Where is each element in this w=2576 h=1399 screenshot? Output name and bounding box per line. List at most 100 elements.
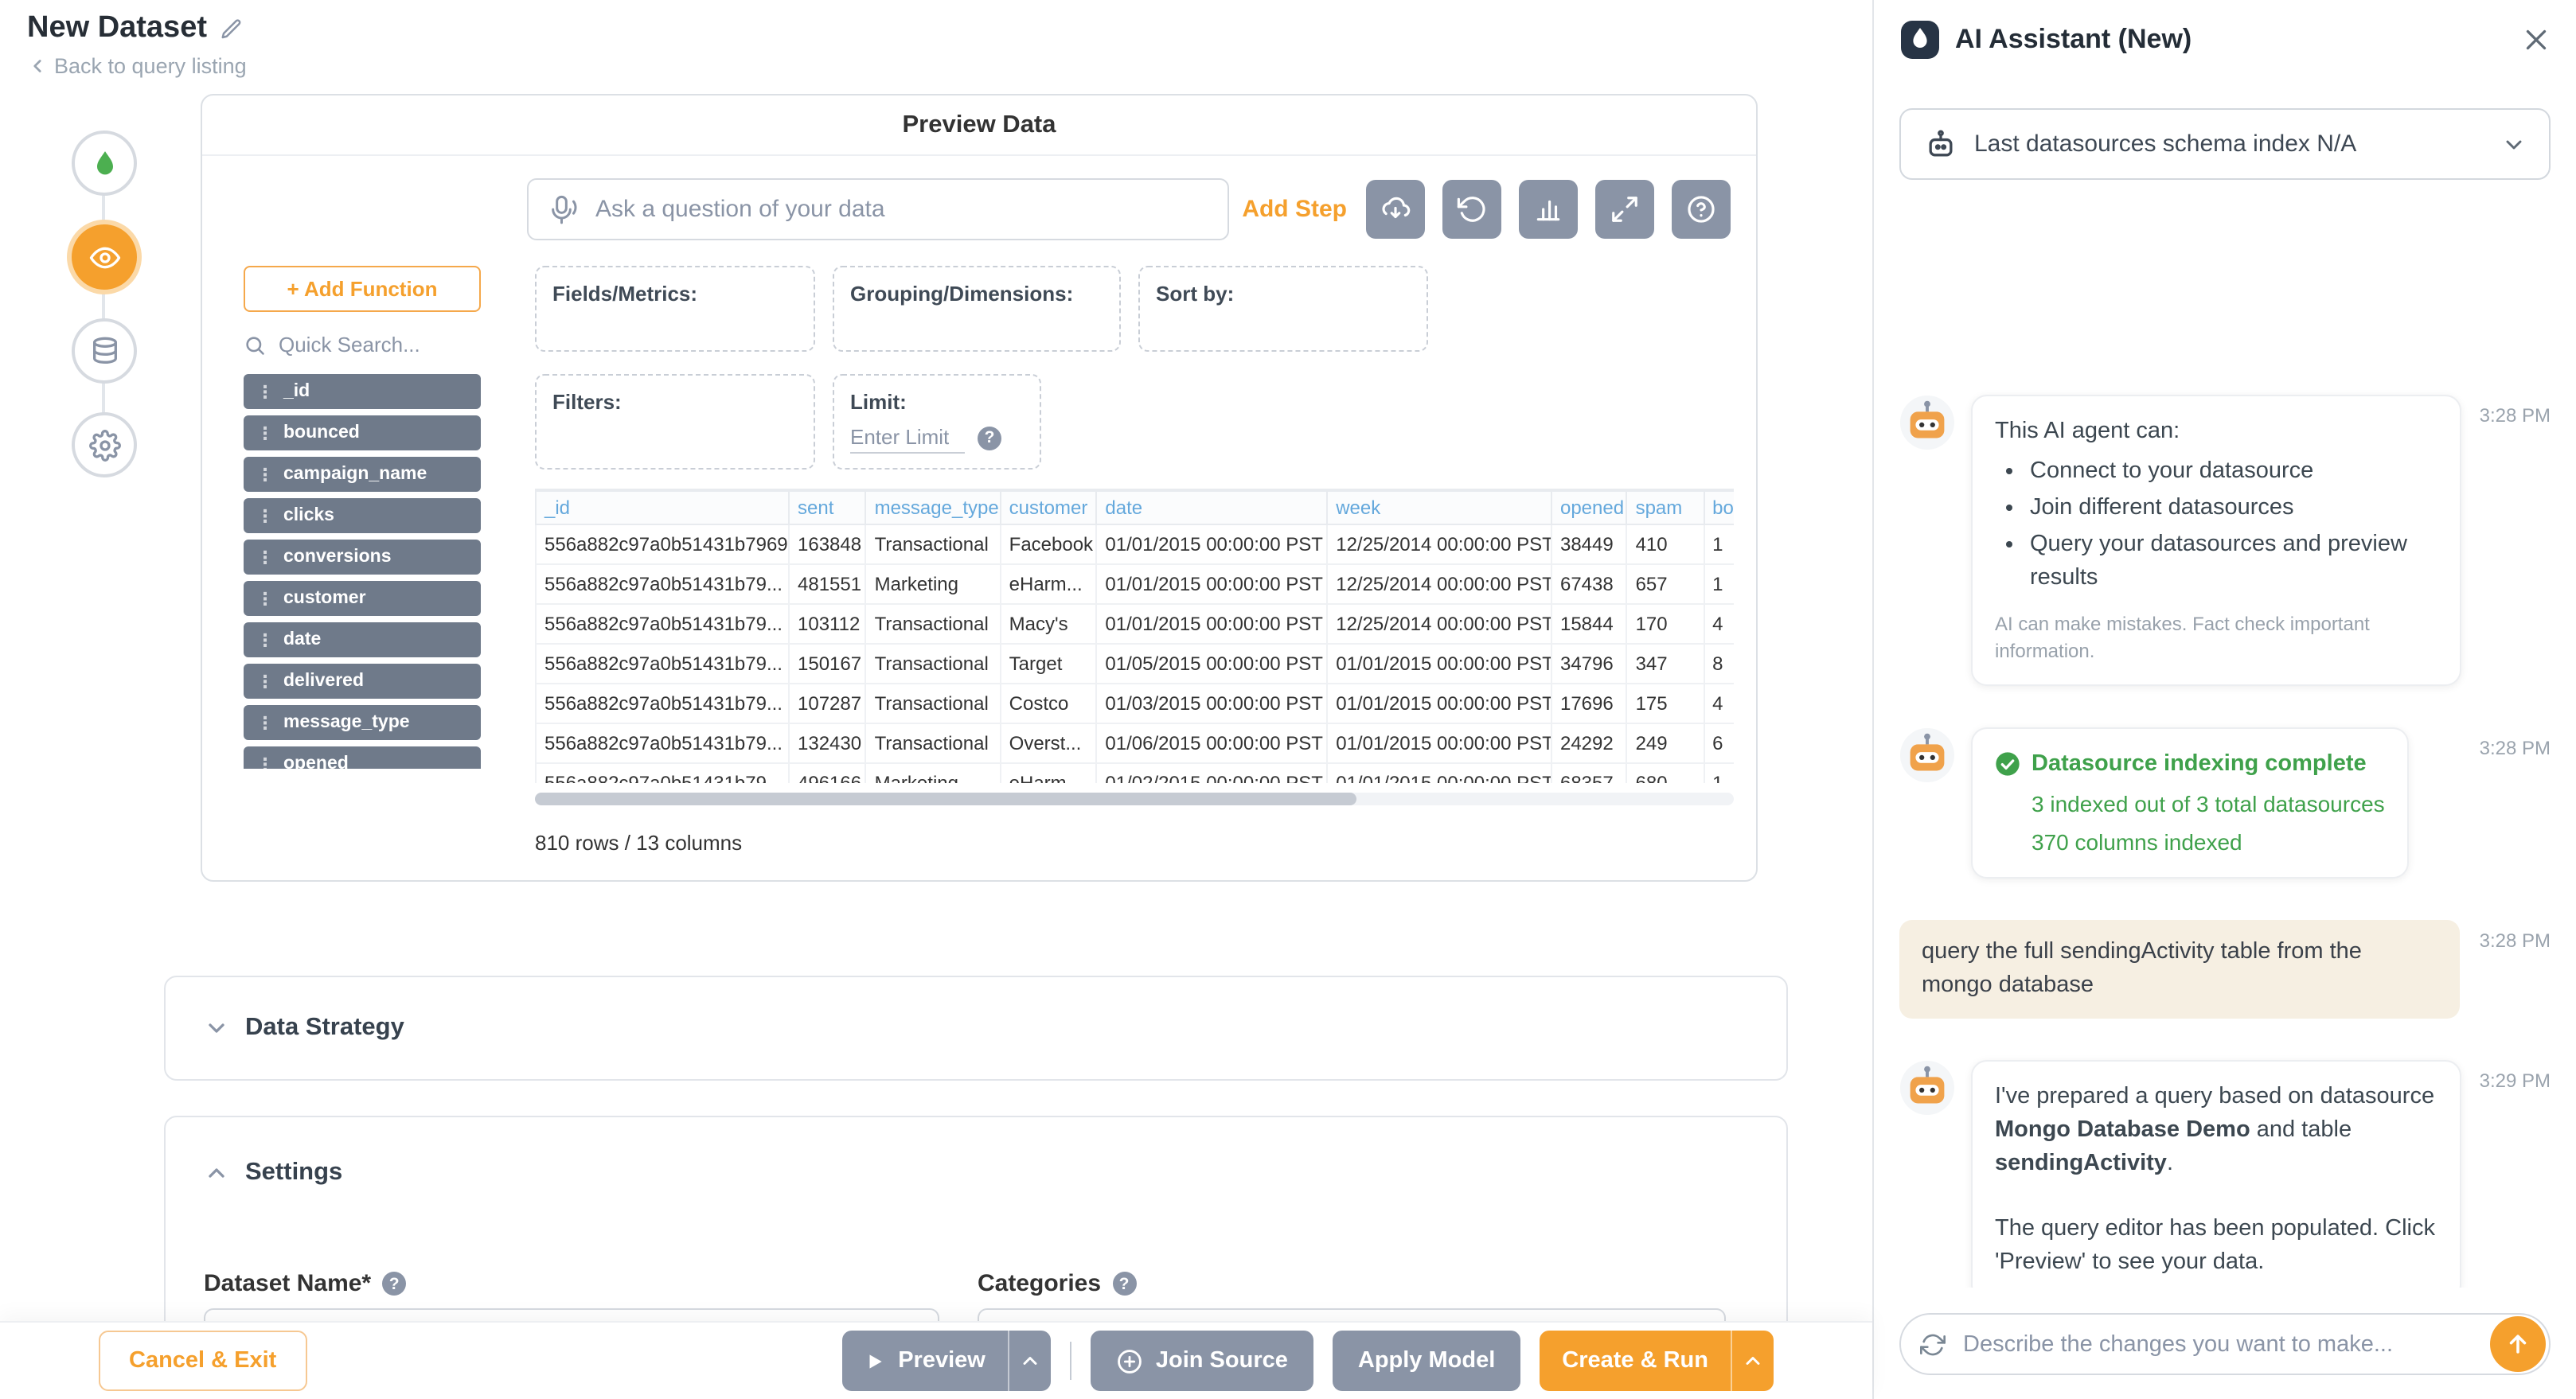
close-panel-button[interactable]: [2522, 25, 2551, 54]
table-cell: 12/25/2014 00:00:00 PST: [1327, 604, 1551, 644]
table-cell: 4: [1704, 604, 1734, 644]
step-data-model[interactable]: [72, 318, 137, 384]
quick-search-input[interactable]: [275, 331, 454, 358]
column-header[interactable]: sent: [789, 491, 866, 524]
sort-by-dropzone[interactable]: Sort by:: [1138, 266, 1428, 352]
dropzone-label: Grouping/Dimensions:: [850, 282, 1073, 306]
create-run-button[interactable]: Create & Run: [1540, 1331, 1731, 1391]
table-cell: 103112: [789, 604, 866, 644]
reset-refresh-button[interactable]: [1442, 180, 1501, 239]
column-header[interactable]: customer: [1001, 491, 1097, 524]
data-strategy-toggle[interactable]: Data Strategy: [204, 1014, 404, 1042]
table-cell: 556a882c97a0b51431b79...: [536, 604, 789, 644]
main-scroll-area: Preview Data Add Step: [0, 91, 1872, 1399]
drag-handle-icon: ⋮: [256, 423, 274, 443]
table-cell: 01/06/2015 00:00:00 PST: [1096, 723, 1327, 763]
table-summary: 810 rows / 13 columns: [535, 831, 1734, 855]
create-run-options-button[interactable]: [1731, 1331, 1774, 1391]
page-title: New Dataset: [27, 11, 207, 46]
field-pill[interactable]: ⋮opened: [244, 746, 481, 769]
horizontal-scrollbar[interactable]: [535, 793, 1734, 805]
scrollbar-thumb[interactable]: [535, 793, 1356, 805]
send-button[interactable]: [2490, 1316, 2546, 1372]
table-cell: Marketing: [866, 564, 1001, 604]
step-datasource[interactable]: [72, 131, 137, 196]
preview-options-button[interactable]: [1008, 1331, 1051, 1391]
field-pill[interactable]: ⋮message_type: [244, 705, 481, 740]
indexing-detail-line: 370 columns indexed: [2032, 826, 2385, 859]
categories-help-icon[interactable]: [1112, 1272, 1136, 1296]
schema-index-select[interactable]: Last datasources schema index N/A: [1899, 108, 2551, 180]
field-pill[interactable]: ⋮_id: [244, 374, 481, 409]
column-header[interactable]: _id: [536, 491, 789, 524]
cloud-download-button[interactable]: [1366, 180, 1425, 239]
field-pill[interactable]: ⋮date: [244, 622, 481, 657]
table-cell: 556a882c97a0b51431b79...: [536, 644, 789, 684]
text-fragment: and table: [2250, 1118, 2352, 1144]
table-cell: eHarm...: [1001, 763, 1097, 783]
table-row: 556a882c97a0b51431b79...103112Transactio…: [536, 604, 1734, 644]
drag-handle-icon: ⋮: [256, 588, 274, 609]
filters-dropzone[interactable]: Filters:: [535, 374, 815, 470]
main-content: Preview Data Add Step: [164, 91, 1788, 1399]
fields-metrics-dropzone[interactable]: Fields/Metrics:: [535, 266, 815, 352]
chart-view-button[interactable]: [1519, 180, 1578, 239]
help-button[interactable]: [1672, 180, 1731, 239]
column-header[interactable]: week: [1327, 491, 1551, 524]
column-header[interactable]: bou: [1704, 491, 1734, 524]
drag-handle-icon: ⋮: [256, 464, 274, 485]
grouping-dimensions-dropzone[interactable]: Grouping/Dimensions:: [833, 266, 1121, 352]
message-timestamp: 3:28 PM: [2480, 930, 2551, 953]
preview-button[interactable]: Preview: [842, 1331, 1008, 1391]
chat-input[interactable]: [1960, 1330, 2479, 1358]
app-root: New Dataset Back to query listing: [0, 0, 2576, 1399]
main-area: New Dataset Back to query listing: [0, 0, 1872, 1399]
join-source-button[interactable]: Join Source: [1091, 1331, 1313, 1391]
table-cell: 12/25/2014 00:00:00 PST: [1327, 524, 1551, 564]
function-panel: + Add Function ⋮_id ⋮bounced ⋮campaign_n…: [244, 266, 481, 855]
back-to-query-listing-link[interactable]: Back to query listing: [27, 54, 247, 78]
field-pill[interactable]: ⋮bounced: [244, 415, 481, 450]
table-cell: 6: [1704, 723, 1734, 763]
step-settings[interactable]: [72, 412, 137, 477]
settings-title: Settings: [245, 1159, 342, 1187]
cancel-exit-button[interactable]: Cancel & Exit: [99, 1331, 306, 1391]
field-pill[interactable]: ⋮conversions: [244, 540, 481, 575]
table-cell: 01/01/2015 00:00:00 PST: [1096, 564, 1327, 604]
result-table-viewport: _id sent message_type customer date week…: [535, 489, 1734, 783]
table-cell: 17696: [1551, 684, 1627, 723]
table-cell: 107287: [789, 684, 866, 723]
field-pill[interactable]: ⋮customer: [244, 581, 481, 616]
edit-pencil-icon[interactable]: [220, 17, 244, 41]
message-timestamp: 3:29 PM: [2480, 1070, 2551, 1093]
table-cell: 556a882c97a0b51431b79...: [536, 684, 789, 723]
fullscreen-button[interactable]: [1595, 180, 1654, 239]
apply-model-button[interactable]: Apply Model: [1333, 1331, 1520, 1391]
table-cell: Overst...: [1001, 723, 1097, 763]
add-function-button[interactable]: + Add Function: [244, 266, 481, 312]
ask-question-input[interactable]: [592, 194, 1208, 224]
table-cell: 68357: [1551, 763, 1627, 783]
drag-handle-icon: ⋮: [256, 381, 274, 402]
column-header[interactable]: date: [1096, 491, 1327, 524]
field-pill[interactable]: ⋮clicks: [244, 498, 481, 533]
add-step-button[interactable]: Add Step: [1242, 196, 1347, 223]
step-preview-active[interactable]: [72, 224, 137, 290]
schema-index-value: Last datasources schema index N/A: [1974, 131, 2485, 158]
workflow-stepper: [72, 131, 137, 477]
column-header[interactable]: opened: [1551, 491, 1627, 524]
join-source-label: Join Source: [1156, 1348, 1288, 1374]
field-pill[interactable]: ⋮campaign_name: [244, 457, 481, 492]
settings-toggle[interactable]: Settings: [204, 1159, 342, 1187]
column-header[interactable]: spam: [1627, 491, 1704, 524]
table-name: sendingActivity: [1995, 1152, 2167, 1177]
preview-data-card: Preview Data Add Step: [201, 94, 1758, 882]
field-pill[interactable]: ⋮delivered: [244, 664, 481, 699]
limit-input[interactable]: [850, 422, 965, 454]
limit-help-icon[interactable]: [978, 426, 1001, 450]
column-header[interactable]: message_type: [866, 491, 1001, 524]
microphone-icon[interactable]: [548, 193, 580, 225]
assistant-message: Datasource indexing complete 3 indexed o…: [1899, 727, 2551, 879]
dataset-name-help-icon[interactable]: [382, 1272, 406, 1296]
ai-panel-header: AI Assistant (New): [1874, 0, 2576, 60]
